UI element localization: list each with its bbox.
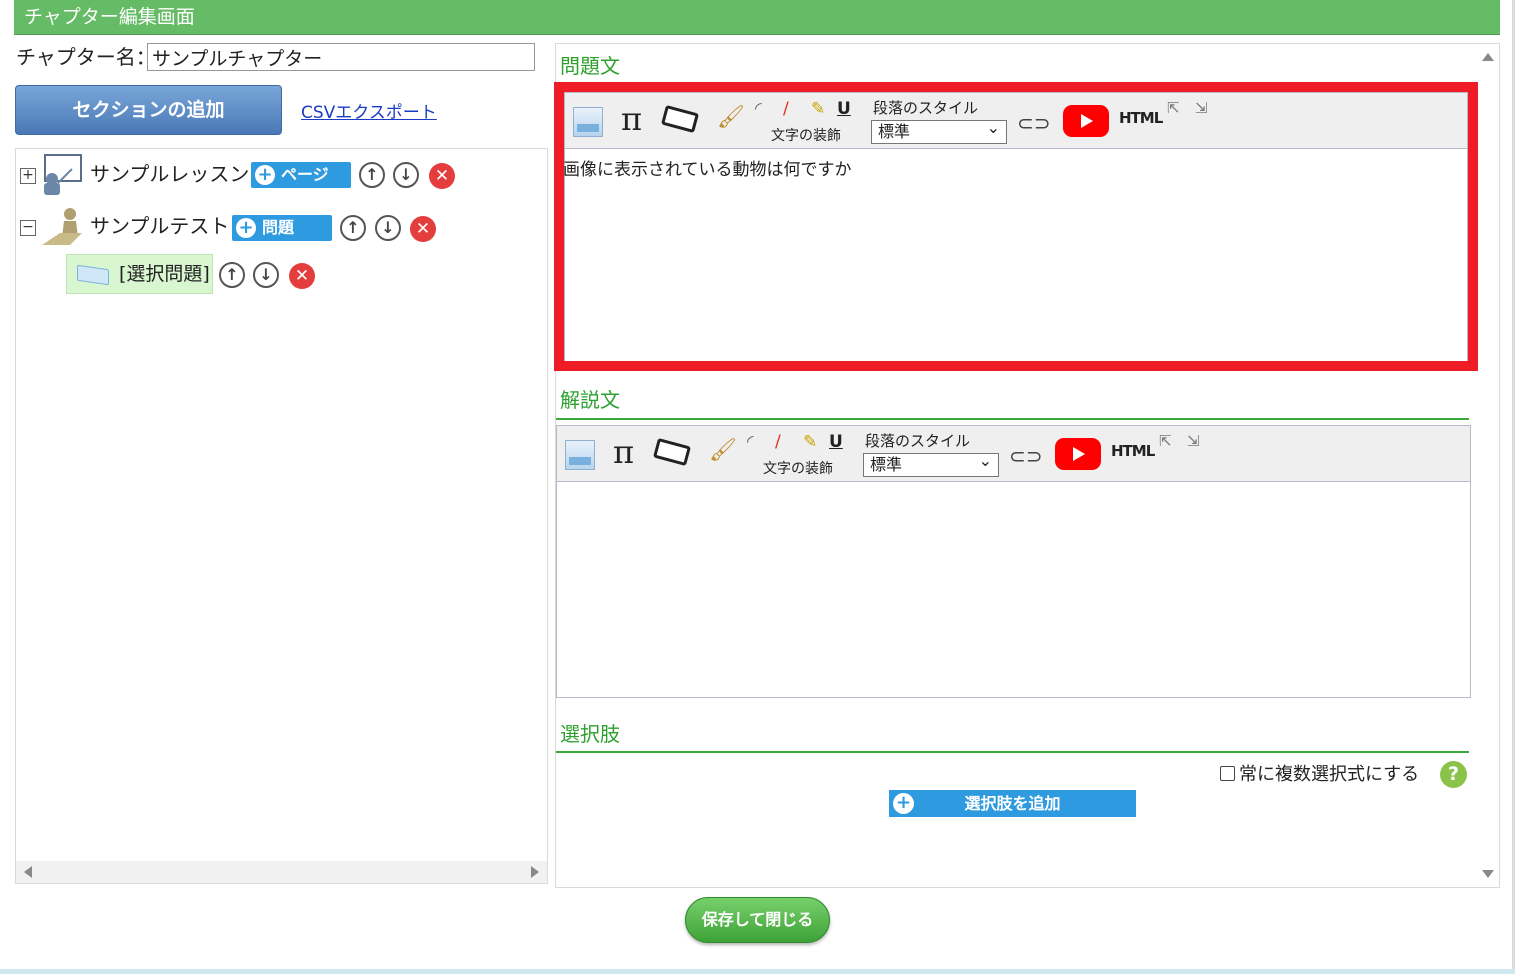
- scroll-up-icon[interactable]: [1482, 53, 1494, 61]
- clear-format-icon[interactable]: ◜: [755, 99, 762, 119]
- question-move-down-button[interactable]: ↓: [253, 262, 279, 288]
- add-question-label: 問題: [262, 218, 295, 237]
- text-color-icon[interactable]: /: [775, 432, 781, 452]
- always-multiple-label: 常に複数選択式にする: [1239, 764, 1420, 785]
- scroll-left-icon[interactable]: [24, 866, 32, 878]
- card-icon: [77, 264, 109, 286]
- window-title: チャプター編集画面: [14, 0, 1500, 35]
- chapter-name-label: チャプター名：: [16, 45, 156, 69]
- explanation-editor-toolbar: π 🖌 ◜ / ✎ U 文字の装飾 段落のスタイル 標準 ⊂⊃ HTML ⇱ ⇲: [557, 426, 1470, 482]
- lesson-label[interactable]: サンプルレッスン: [90, 161, 249, 187]
- explanation-divider: [556, 418, 1469, 420]
- insert-formula-icon[interactable]: π: [613, 432, 634, 472]
- insert-link-icon[interactable]: ⊂⊃: [1017, 111, 1051, 135]
- text-decoration-caption: 文字の装飾: [771, 128, 841, 144]
- panel-vertical-scrollbar[interactable]: [1477, 44, 1499, 887]
- plus-icon: +: [893, 793, 914, 814]
- expand-editor-icon[interactable]: ⇱: [1167, 99, 1180, 117]
- explanation-editor[interactable]: π 🖌 ◜ / ✎ U 文字の装飾 段落のスタイル 標準 ⊂⊃ HTML ⇱ ⇲: [556, 425, 1471, 698]
- plus-icon: +: [236, 218, 256, 238]
- insert-image-icon[interactable]: [565, 440, 595, 470]
- expand-editor-icon[interactable]: ⇱: [1159, 432, 1172, 450]
- choices-divider: [556, 751, 1469, 753]
- add-page-label: ページ: [281, 165, 329, 184]
- eraser-icon[interactable]: [652, 437, 692, 467]
- brush-icon[interactable]: 🖌: [717, 105, 745, 130]
- plus-icon: +: [255, 165, 275, 185]
- text-decoration-group[interactable]: ◜ / ✎ U 文字の装飾: [755, 97, 851, 144]
- paragraph-style-label: 段落のスタイル: [865, 432, 971, 450]
- lesson-delete-button[interactable]: ✕: [429, 163, 455, 189]
- test-move-up-button[interactable]: ↑: [340, 215, 366, 241]
- highlighter-icon[interactable]: ✎: [803, 432, 817, 452]
- underline-icon[interactable]: U: [837, 99, 851, 119]
- test-collapse-toggle[interactable]: −: [20, 220, 36, 236]
- youtube-icon[interactable]: [1055, 438, 1101, 470]
- html-source-button[interactable]: HTML: [1111, 442, 1155, 460]
- html-source-button[interactable]: HTML: [1119, 109, 1163, 127]
- question-item-label: [選択問題]: [119, 263, 210, 285]
- question-editor-toolbar: π 🖌 ◜ / ✎ U 文字の装飾 段落のスタイル 標準 ⊂⊃ HTML ⇱ ⇲: [565, 93, 1467, 149]
- youtube-icon[interactable]: [1063, 105, 1109, 137]
- clear-format-icon[interactable]: ◜: [747, 432, 754, 452]
- paragraph-style-label: 段落のスタイル: [873, 99, 979, 117]
- scroll-right-icon[interactable]: [531, 866, 539, 878]
- underline-icon[interactable]: U: [829, 432, 843, 452]
- brush-icon[interactable]: 🖌: [709, 438, 737, 463]
- add-page-button[interactable]: + ページ: [251, 162, 351, 188]
- csv-export-link[interactable]: CSVエクスポート: [301, 98, 437, 123]
- question-text-body[interactable]: 画像に表示されている動物は何ですか: [563, 155, 852, 180]
- explanation-title: 解説文: [560, 388, 620, 412]
- add-choice-label: 選択肢を追加: [964, 794, 1061, 813]
- choices-title: 選択肢: [560, 722, 620, 746]
- add-question-button[interactable]: + 問題: [232, 215, 332, 241]
- question-text-editor[interactable]: π 🖌 ◜ / ✎ U 文字の装飾 段落のスタイル 標準 ⊂⊃ HTML ⇱ ⇲…: [563, 92, 1468, 362]
- test-move-down-button[interactable]: ↓: [375, 215, 401, 241]
- add-choice-button[interactable]: + 選択肢を追加: [889, 790, 1136, 817]
- always-multiple-checkbox[interactable]: 常に複数選択式にする: [1220, 764, 1419, 786]
- test-label[interactable]: サンプルテスト: [90, 213, 229, 239]
- chapter-tree: + サンプルレッスン + ページ ↑ ↓ ✕ − サンプルテスト + 問題 ↑ …: [15, 148, 548, 884]
- shrink-editor-icon[interactable]: ⇲: [1187, 432, 1200, 450]
- chapter-name-input[interactable]: [147, 43, 535, 71]
- question-item-selected[interactable]: [選択問題]: [66, 254, 213, 294]
- lesson-icon: [44, 154, 82, 195]
- paragraph-style-select[interactable]: 標準: [871, 117, 1007, 144]
- window-bottom-edge: [0, 969, 1515, 974]
- insert-formula-icon[interactable]: π: [621, 99, 642, 139]
- tree-horizontal-scrollbar[interactable]: [16, 861, 547, 883]
- text-decoration-caption: 文字の装飾: [763, 461, 833, 477]
- checkbox-icon[interactable]: [1220, 766, 1235, 781]
- question-text-title: 問題文: [560, 54, 620, 78]
- scroll-down-icon[interactable]: [1482, 870, 1494, 878]
- lesson-move-up-button[interactable]: ↑: [359, 162, 385, 188]
- test-icon: [42, 208, 82, 245]
- shrink-editor-icon[interactable]: ⇲: [1195, 99, 1208, 117]
- save-and-close-button[interactable]: 保存して閉じる: [685, 897, 830, 943]
- add-section-button[interactable]: セクションの追加: [15, 85, 282, 135]
- lesson-expand-toggle[interactable]: +: [20, 168, 36, 184]
- text-color-icon[interactable]: /: [783, 99, 789, 119]
- help-icon[interactable]: ?: [1440, 761, 1467, 788]
- insert-image-icon[interactable]: [573, 107, 603, 137]
- question-move-up-button[interactable]: ↑: [219, 262, 245, 288]
- lesson-move-down-button[interactable]: ↓: [393, 162, 419, 188]
- text-decoration-group[interactable]: ◜ / ✎ U 文字の装飾: [747, 430, 843, 477]
- paragraph-style-select[interactable]: 標準: [863, 450, 999, 477]
- insert-link-icon[interactable]: ⊂⊃: [1009, 444, 1043, 468]
- highlighter-icon[interactable]: ✎: [811, 99, 825, 119]
- question-delete-button[interactable]: ✕: [289, 263, 315, 289]
- eraser-icon[interactable]: [660, 104, 700, 134]
- test-delete-button[interactable]: ✕: [410, 216, 436, 242]
